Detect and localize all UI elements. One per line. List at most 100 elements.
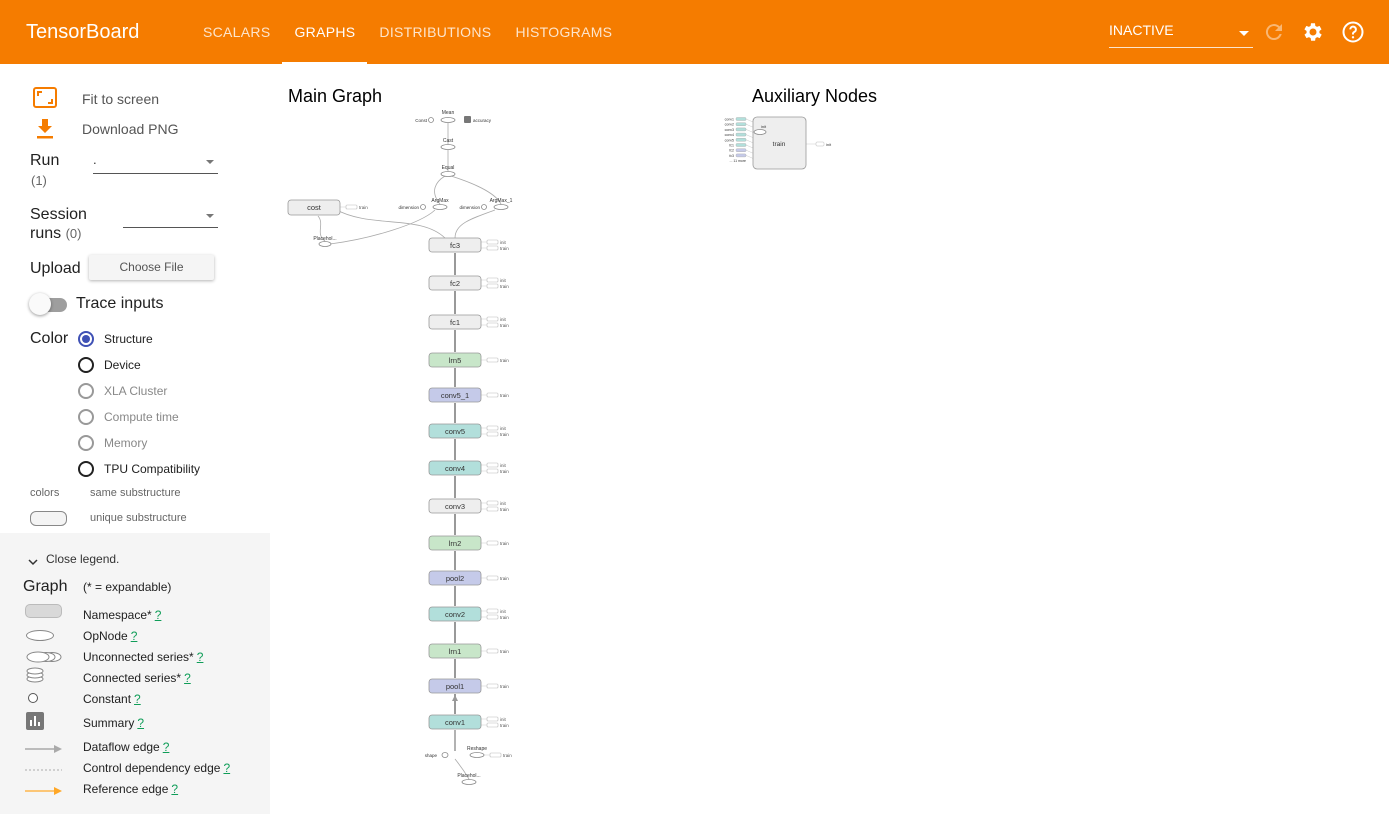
reshape-label: Reshape [467, 746, 487, 752]
help-link[interactable]: ? [163, 740, 170, 754]
help-icon[interactable] [1341, 20, 1365, 44]
graph-canvas[interactable]: Main Graph Auxiliary Nodes fc3 init train f… [270, 64, 1389, 814]
aux-input-conv2 [735, 122, 747, 126]
legend-opnode-label: OpNode [83, 629, 128, 643]
dataflow-edge-icon [25, 741, 63, 759]
node-conv3-port [486, 506, 499, 512]
connected-series-icon [26, 667, 46, 688]
help-link[interactable]: ? [197, 650, 204, 664]
radio-tpu-compatibility[interactable] [78, 461, 94, 477]
legend-reference-edge: Reference edge? [83, 782, 178, 796]
help-link[interactable]: ? [184, 671, 191, 685]
tab-distributions[interactable]: DISTRIBUTIONS [367, 0, 503, 64]
help-link[interactable]: ? [223, 761, 230, 775]
run-count: (1) [31, 173, 47, 188]
download-icon[interactable] [35, 118, 55, 145]
node-conv5-port [486, 425, 499, 431]
node-pool1-port-label-train: train [500, 684, 509, 689]
run-select[interactable]: . [93, 152, 218, 174]
session-select[interactable] [123, 206, 218, 228]
legend-control-label: Control dependency edge [83, 761, 221, 775]
aux-input-edge [745, 124, 754, 128]
legend-unconnected-series: Unconnected series*? [83, 650, 203, 664]
legend-constant: Constant? [83, 692, 141, 706]
close-legend-link[interactable]: Close legend. [46, 552, 119, 566]
node-conv1-port [486, 716, 499, 722]
session-runs-text: runs [30, 225, 62, 242]
dashboard-tabs: SCALARS GRAPHS DISTRIBUTIONS HISTOGRAMS [191, 0, 624, 64]
help-link[interactable]: ? [131, 629, 138, 643]
toggle-knob[interactable] [29, 293, 51, 315]
aux-input-conv3 [735, 127, 747, 132]
node-fc2-port-label-train: train [500, 284, 509, 289]
node-label-fc2: fc2 [450, 279, 460, 288]
download-png-link[interactable]: Download PNG [82, 121, 179, 137]
legend-dataflow-edge: Dataflow edge? [83, 740, 169, 754]
node-conv4-port-label-train: train [500, 469, 509, 474]
choose-file-button[interactable]: Choose File [89, 255, 214, 280]
node-fc3-port-label-init: init [500, 240, 507, 245]
help-link[interactable]: ? [137, 716, 144, 730]
session-label: Session [30, 206, 87, 223]
colors-label: colors [30, 487, 60, 499]
dataflow-edge [454, 209, 496, 239]
graph-nodes: fc3 inittrainfc2 inittrainfc1 inittrainlrn5… [287, 110, 832, 785]
node-label-pool1: pool1 [446, 682, 464, 691]
dimension-node [420, 204, 426, 210]
reshape-port [489, 752, 502, 758]
aux-input-label-fc1: fc1 [729, 144, 734, 148]
accuracy-label: accuracy [473, 118, 492, 123]
refresh-icon[interactable] [1262, 20, 1286, 44]
node-conv2-port-label-train: train [500, 615, 509, 620]
aux-input-conv5 [735, 138, 747, 142]
legend-connected-series: Connected series*? [83, 671, 191, 685]
sidebar: Fit to screen Download PNG Run (1) . Ses… [0, 64, 270, 814]
node-conv5_1-port [486, 392, 499, 398]
radio-device[interactable] [78, 357, 94, 373]
settings-icon[interactable] [1301, 20, 1325, 44]
chevron-down-icon[interactable] [28, 554, 38, 572]
status-select[interactable]: INACTIVE [1109, 22, 1253, 48]
node-conv5-port [486, 431, 499, 437]
aux-input-label-conv2: conv2 [725, 123, 734, 127]
top-app-bar: TensorBoard SCALARS GRAPHS DISTRIBUTIONS… [0, 0, 1389, 64]
legend-graph-label: Graph [23, 578, 68, 595]
node-conv1-port [486, 722, 499, 728]
mean-label: Mean [442, 110, 455, 116]
graph-svg[interactable]: fc3 inittrainfc2 inittrainfc1 inittrainlrn5… [270, 64, 1389, 814]
tab-graphs[interactable]: GRAPHS [282, 0, 368, 64]
namespace-icon [25, 604, 62, 618]
node-fc1-port-label-train: train [500, 323, 509, 328]
node-fc1-port [486, 316, 499, 322]
legend-reference-label: Reference edge [83, 782, 169, 796]
graph-edges [317, 118, 816, 780]
node-conv4-port [486, 468, 499, 474]
tab-histograms[interactable]: HISTOGRAMS [503, 0, 624, 64]
equal-label: Equal [442, 165, 455, 171]
argmax-node [432, 204, 448, 210]
help-link[interactable]: ? [171, 782, 178, 796]
legend-summary: Summary? [83, 716, 144, 730]
dimension-label-2: dimension [459, 205, 480, 210]
node-conv3-port [486, 500, 499, 506]
radio-device-label: Device [104, 358, 141, 372]
fit-to-screen-link[interactable]: Fit to screen [82, 91, 159, 107]
aux-input-label-conv3: conv3 [725, 128, 734, 132]
fit-screen-icon[interactable] [33, 87, 57, 114]
aux-input-edge [745, 118, 754, 123]
aux-out-port [815, 141, 825, 147]
radio-compute-time [78, 409, 94, 425]
help-link[interactable]: ? [155, 608, 162, 622]
constant-icon [28, 693, 38, 703]
tab-scalars[interactable]: SCALARS [191, 0, 282, 64]
const-label: Const [415, 118, 428, 123]
legend-namespace-label: Namespace* [83, 608, 152, 622]
aux-input-label-conv4: conv4 [725, 133, 734, 137]
node-pool2-port-label-train: train [500, 576, 509, 581]
aux-input-edge [745, 129, 754, 133]
help-link[interactable]: ? [134, 692, 141, 706]
node-fc3-port [486, 239, 499, 245]
aux-input-label-conv5: conv5 [725, 138, 734, 142]
radio-structure[interactable] [78, 331, 94, 347]
node-conv1-port-label-train: train [500, 723, 509, 728]
